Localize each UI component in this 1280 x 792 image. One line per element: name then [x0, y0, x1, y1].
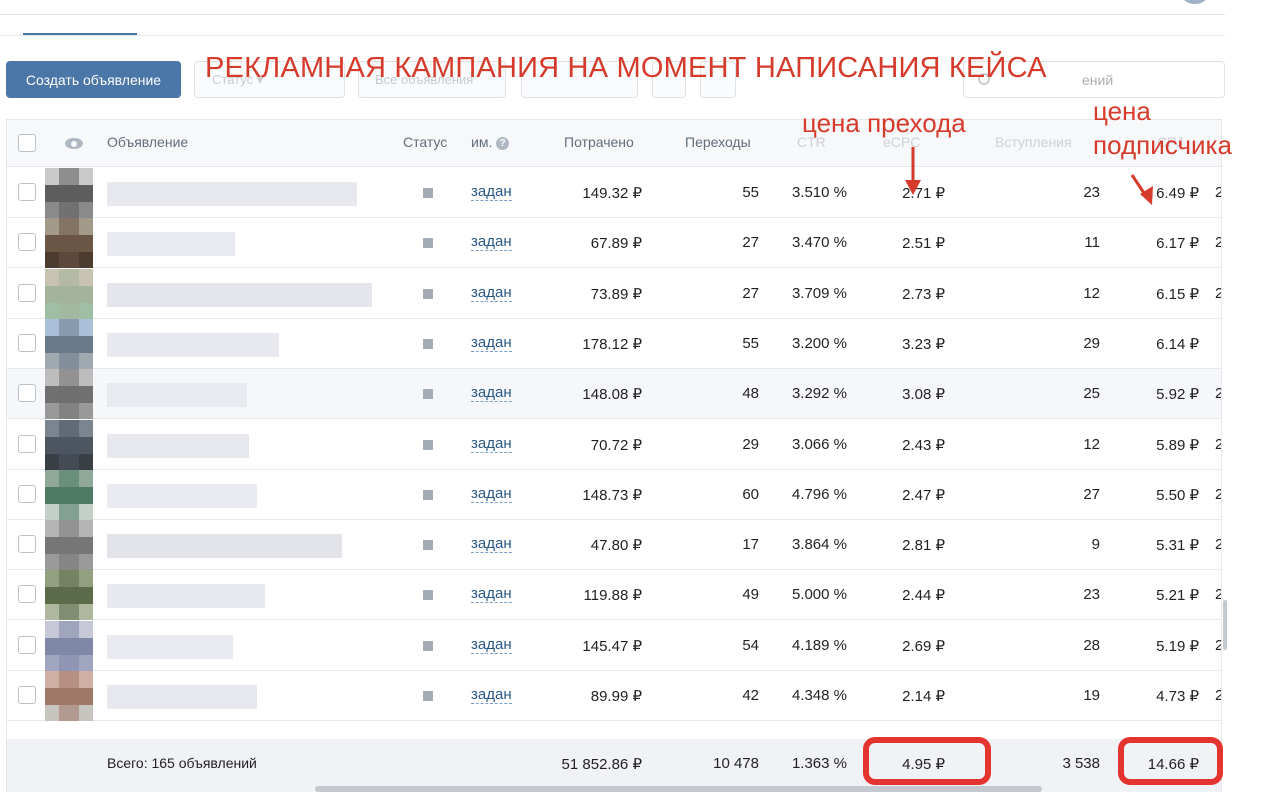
highlight-total-cpj: [1118, 737, 1223, 785]
vertical-scrollbar[interactable]: [1223, 600, 1227, 650]
arrow-to-subscriber-price: [1130, 174, 1153, 205]
annotation-arrows: [905, 147, 1153, 205]
highlight-total-ecpc: [863, 737, 991, 785]
arrow-to-cpc: [905, 147, 921, 195]
horizontal-scrollbar[interactable]: [315, 786, 1042, 792]
